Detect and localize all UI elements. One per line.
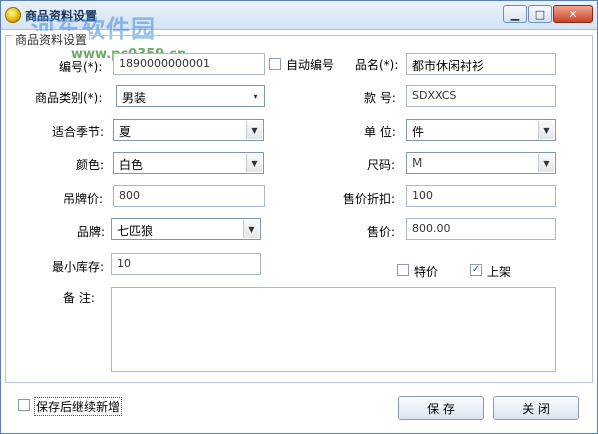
on-shelf-checkbox[interactable]: ✓: [470, 264, 482, 276]
name-input[interactable]: 都市休闲衬衫: [406, 53, 556, 75]
brand-select[interactable]: 七匹狼 ▼: [111, 218, 261, 240]
minimize-icon: ▁: [510, 7, 520, 21]
special-price-checkbox[interactable]: [397, 264, 409, 276]
close-dialog-button[interactable]: 关 闭: [493, 396, 579, 420]
name-label: 品名(*):: [355, 58, 399, 72]
app-icon: [5, 7, 21, 23]
style-input[interactable]: SDXXCS: [406, 85, 556, 107]
tag-price-label: 吊牌价:: [63, 192, 104, 206]
notes-textarea[interactable]: [111, 287, 556, 372]
category-label: 商品类别(*):: [35, 91, 103, 105]
category-value: 男装: [122, 91, 147, 105]
brand-label: 品牌:: [77, 225, 106, 239]
maximize-icon: □: [534, 7, 546, 21]
brand-value: 七匹狼: [117, 224, 154, 238]
maximize-button[interactable]: □: [528, 5, 552, 23]
dialog-window: 商品资料设置 ▁ □ ✕ 河东软件园 www.pc0359.cn 商品资料设置 …: [0, 0, 598, 434]
close-icon: ✕: [568, 7, 578, 21]
chevron-down-icon[interactable]: ▼: [538, 121, 554, 139]
minimize-button[interactable]: ▁: [503, 5, 527, 23]
chevron-down-icon[interactable]: ▼: [243, 220, 259, 238]
size-select[interactable]: M ▼: [406, 152, 556, 174]
price-label: 售价:: [367, 225, 396, 239]
close-button[interactable]: ✕: [553, 5, 593, 23]
discount-label: 售价折扣:: [343, 192, 396, 206]
special-price-label: 特价: [414, 265, 439, 279]
chevron-down-icon[interactable]: ▼: [538, 154, 554, 172]
price-input[interactable]: 800.00: [406, 218, 556, 240]
category-select[interactable]: 男装 ▾: [116, 85, 265, 107]
season-value: 夏: [119, 125, 132, 139]
continue-add-label: 保存后继续新增: [34, 397, 123, 416]
auto-code-label: 自动编号: [286, 58, 335, 72]
tag-price-input[interactable]: 800: [113, 185, 265, 207]
min-stock-label: 最小库存:: [52, 260, 105, 274]
style-label: 款 号:: [364, 91, 396, 105]
chevron-down-icon[interactable]: ▾: [248, 87, 263, 105]
season-label: 适合季节:: [52, 125, 105, 139]
season-select[interactable]: 夏 ▼: [113, 119, 264, 141]
unit-select[interactable]: 件 ▼: [406, 119, 556, 141]
size-label: 尺码:: [367, 158, 396, 172]
on-shelf-label: 上架: [487, 265, 512, 279]
group-title: 商品资料设置: [13, 31, 90, 48]
color-value: 白色: [119, 158, 144, 172]
notes-label: 备 注:: [63, 291, 95, 305]
discount-input[interactable]: 100: [406, 185, 556, 207]
color-label: 颜色:: [76, 158, 105, 172]
code-input[interactable]: 1890000000001: [113, 53, 265, 75]
chevron-down-icon[interactable]: ▼: [246, 121, 262, 139]
continue-add-checkbox[interactable]: [18, 399, 30, 411]
save-button[interactable]: 保 存: [398, 396, 484, 420]
unit-label: 单 位:: [364, 125, 396, 139]
min-stock-input[interactable]: 10: [111, 253, 261, 275]
chevron-down-icon[interactable]: ▼: [246, 154, 262, 172]
code-label: 编号(*):: [59, 60, 103, 74]
unit-value: 件: [412, 125, 425, 139]
auto-code-checkbox[interactable]: [269, 58, 281, 70]
color-select[interactable]: 白色 ▼: [113, 152, 264, 174]
size-value: M: [412, 156, 423, 170]
